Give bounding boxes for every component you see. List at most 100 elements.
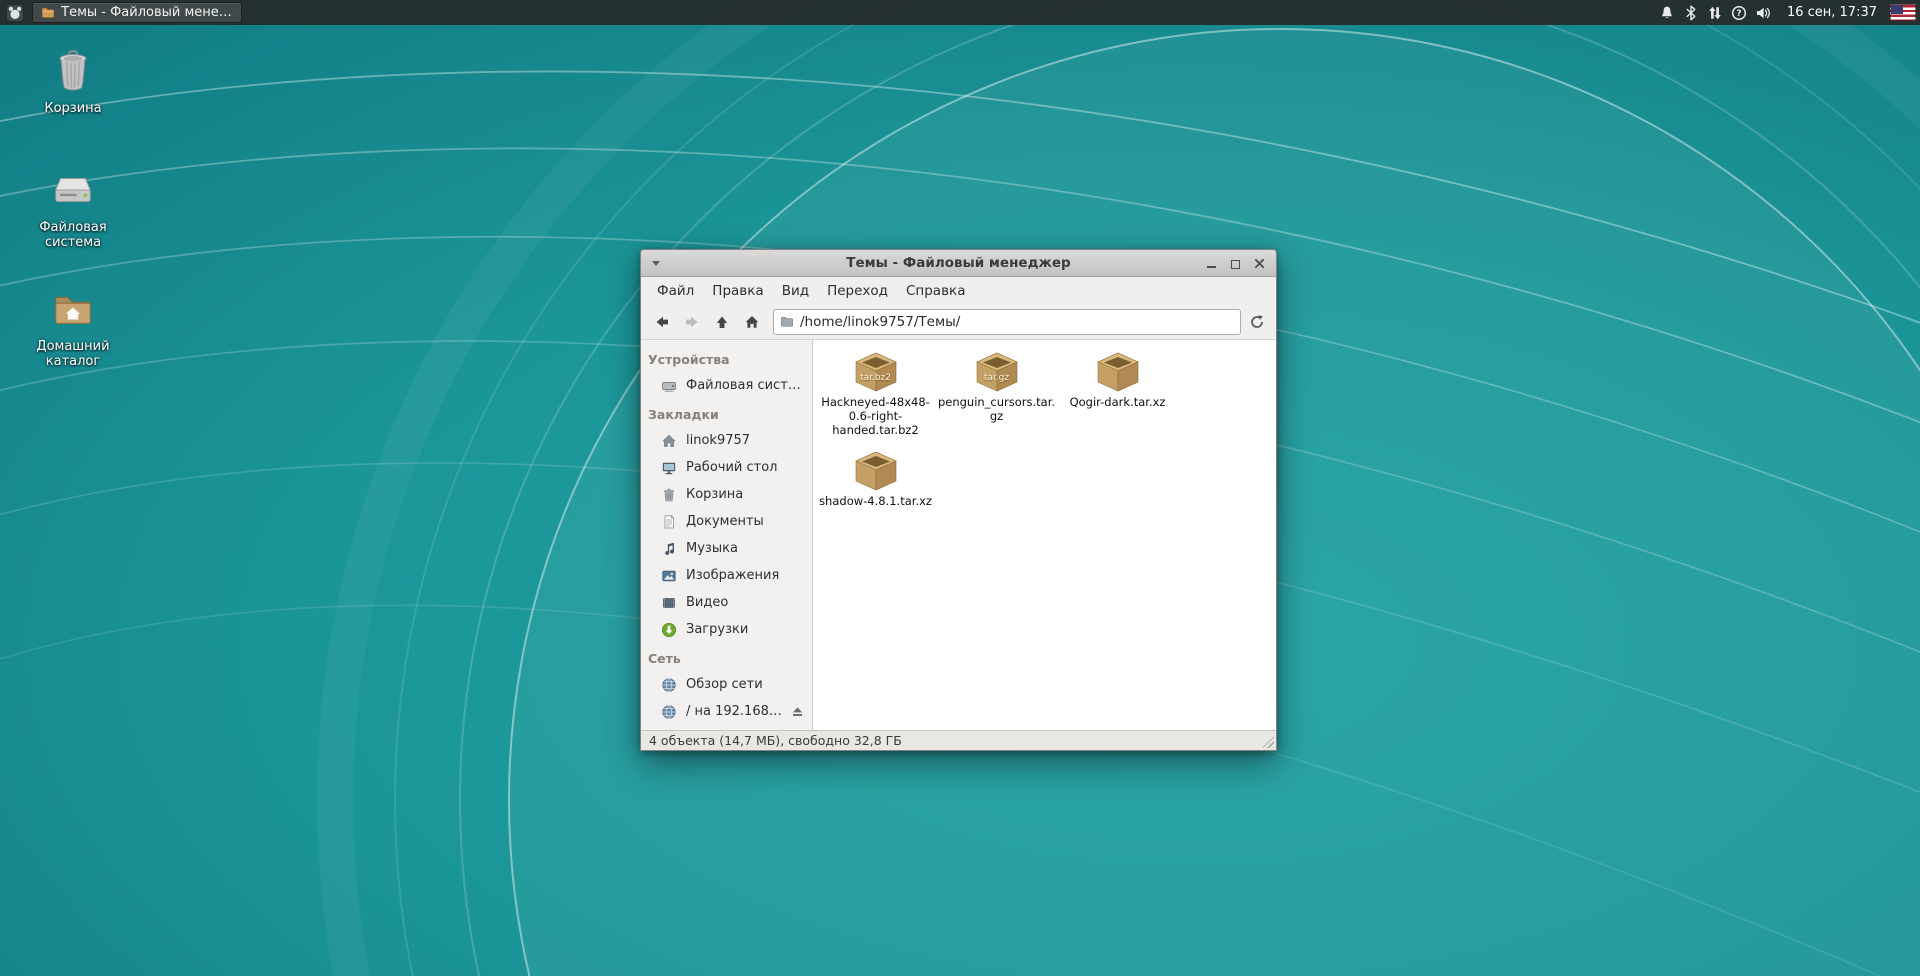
window-title: Темы - Файловый менеджер	[641, 255, 1276, 271]
sidebar-item-network-share[interactable]: / на 192.168.0.1	[641, 698, 812, 725]
file-name: Hackneyed-48x48-0.6-right-handed.tar.bz2	[816, 395, 936, 437]
sidebar-item-label: Корзина	[686, 487, 743, 502]
up-button[interactable]	[708, 309, 735, 335]
window-menu-button[interactable]	[652, 261, 660, 270]
svg-text:?: ?	[1737, 9, 1742, 19]
close-button[interactable]	[1252, 255, 1267, 271]
titlebar[interactable]: Темы - Файловый менеджер	[641, 250, 1276, 277]
menu-item-help[interactable]: Справка	[897, 280, 974, 302]
sidebar-item-desktop[interactable]: Рабочий стол	[641, 454, 812, 481]
home-icon	[661, 433, 677, 449]
sidebar-item-home[interactable]: linok9757	[641, 427, 812, 454]
sidebar-item-label: Файловая система	[686, 378, 804, 393]
sidebar-item-documents[interactable]: Документы	[641, 508, 812, 535]
drive-icon	[661, 378, 677, 394]
sidebar-item-music[interactable]: Музыка	[641, 535, 812, 562]
eject-icon	[791, 705, 804, 718]
eject-button[interactable]	[791, 705, 804, 718]
trash-icon	[661, 487, 677, 503]
notifications-icon[interactable]	[1659, 4, 1676, 21]
desktop-icon-home[interactable]: Домашний каталог	[14, 284, 132, 370]
sidebar-item-label: Видео	[686, 595, 728, 610]
applications-menu-icon	[6, 4, 24, 22]
help-icon[interactable]: ?	[1731, 4, 1748, 21]
taskbar-title: Темы - Файловый менеджер	[61, 5, 233, 20]
desktop-icon-label: Файловая система	[23, 220, 123, 251]
sidebar-item-trash[interactable]: Корзина	[641, 481, 812, 508]
trash-icon	[50, 46, 96, 94]
home-folder-icon	[50, 284, 96, 332]
sidebar-item-label: / на 192.168.0.1	[686, 704, 782, 719]
file-item-4[interactable]: shadow-4.8.1.tar.xz	[815, 449, 936, 508]
sidebar-item-label: Изображения	[686, 568, 779, 583]
sidebar-header-network: Сеть	[641, 643, 812, 671]
path-input[interactable]	[800, 314, 1234, 330]
menu-item-go[interactable]: Переход	[818, 280, 897, 302]
bluetooth-icon[interactable]	[1683, 4, 1700, 21]
archive-box-icon	[974, 350, 1020, 392]
desktop-icon-trash[interactable]: Корзина	[14, 46, 132, 116]
file-list[interactable]: tar.bz2 Hackneyed-48x48-0.6-right-handed…	[813, 340, 1276, 730]
network-traffic-icon[interactable]	[1707, 4, 1724, 21]
music-icon	[661, 541, 677, 557]
sidebar-header-devices: Устройства	[641, 344, 812, 372]
sidebar-item-network-browse[interactable]: Обзор сети	[641, 671, 812, 698]
up-icon	[714, 314, 730, 330]
menu-item-edit[interactable]: Правка	[703, 280, 772, 302]
applications-menu-button[interactable]	[4, 2, 26, 23]
folder-icon	[41, 5, 55, 21]
desktop-icon-label: Домашний каталог	[23, 339, 123, 370]
resize-grip[interactable]	[1262, 736, 1274, 748]
path-bar[interactable]	[773, 309, 1241, 335]
menu-item-view[interactable]: Вид	[773, 280, 818, 302]
maximize-button[interactable]	[1228, 255, 1243, 271]
network-icon	[661, 677, 677, 693]
sidebar-item-label: linok9757	[686, 433, 750, 448]
sidebar-item-videos[interactable]: Видео	[641, 589, 812, 616]
sidebar-item-label: Музыка	[686, 541, 738, 556]
volume-icon[interactable]	[1755, 4, 1772, 21]
desktop-icon	[661, 460, 677, 476]
file-item-2[interactable]: tar.gz penguin_cursors.tar.gz	[936, 350, 1057, 437]
desktop-icon-filesystem[interactable]: Файловая система	[14, 165, 132, 251]
reload-button[interactable]	[1244, 309, 1269, 335]
sidebar-item-filesystem[interactable]: Файловая система	[641, 372, 812, 399]
home-button[interactable]	[738, 309, 765, 335]
sidebar-header-bookmarks: Закладки	[641, 399, 812, 427]
clock[interactable]: 16 сен, 17:37	[1787, 5, 1877, 20]
archive-box-icon	[853, 449, 899, 491]
statusbar: 4 объекта (14,7 МБ), свободно 32,8 ГБ	[641, 730, 1276, 750]
sidebar-item-images[interactable]: Изображения	[641, 562, 812, 589]
back-icon	[654, 314, 670, 330]
file-name: penguin_cursors.tar.gz	[937, 395, 1057, 423]
network-icon	[661, 704, 677, 720]
desktop-icon-label: Корзина	[44, 101, 101, 116]
sidebar-item-downloads[interactable]: Загрузки	[641, 616, 812, 643]
back-button[interactable]	[648, 309, 675, 335]
file-name: shadow-4.8.1.tar.xz	[816, 494, 936, 508]
home-icon	[744, 314, 760, 330]
folder-icon	[780, 315, 794, 329]
archive-box-icon	[1095, 350, 1141, 392]
sidebar-item-label: Рабочий стол	[686, 460, 777, 475]
forward-button[interactable]	[678, 309, 705, 335]
reload-icon	[1249, 314, 1265, 330]
menubar: Файл Правка Вид Переход Справка	[641, 277, 1276, 304]
keyboard-layout-flag-us[interactable]	[1890, 4, 1916, 21]
archive-type-emblem: tar.gz	[974, 373, 1020, 383]
documents-icon	[661, 514, 677, 530]
video-icon	[661, 595, 677, 611]
images-icon	[661, 568, 677, 584]
file-name: Qogir-dark.tar.xz	[1058, 395, 1178, 409]
window-content: Устройства Файловая система Закладки lin…	[641, 339, 1276, 730]
menu-item-file[interactable]: Файл	[648, 280, 703, 302]
system-tray: ? 16 сен, 17:37	[1659, 4, 1916, 21]
file-item-1[interactable]: tar.bz2 Hackneyed-48x48-0.6-right-handed…	[815, 350, 936, 437]
file-manager-window: Темы - Файловый менеджер Файл Правка Вид…	[640, 249, 1277, 751]
sidebar: Устройства Файловая система Закладки lin…	[641, 340, 813, 730]
file-item-3[interactable]: Qogir-dark.tar.xz	[1057, 350, 1178, 437]
sidebar-item-label: Обзор сети	[686, 677, 763, 692]
minimize-button[interactable]	[1204, 255, 1219, 271]
drive-icon	[50, 165, 96, 213]
taskbar-window-button[interactable]: Темы - Файловый менеджер	[32, 2, 242, 23]
